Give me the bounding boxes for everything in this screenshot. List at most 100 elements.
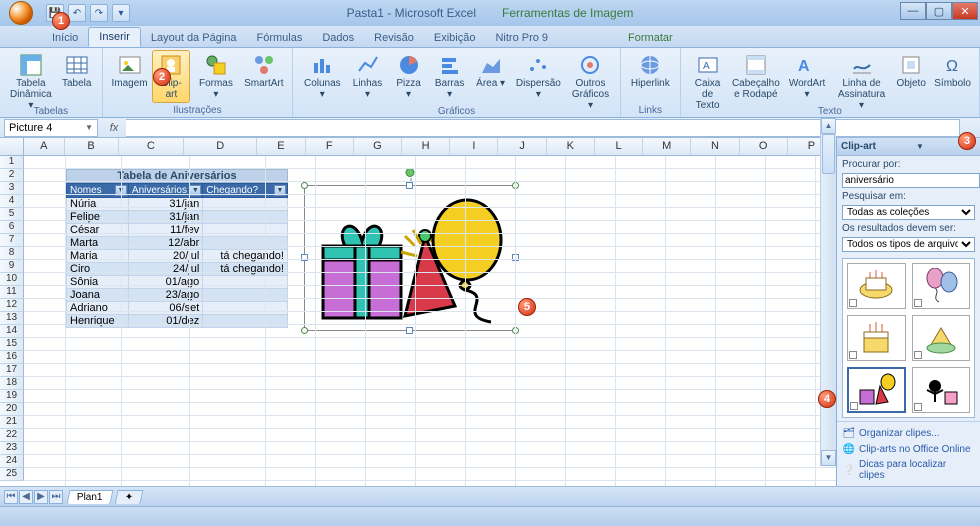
row-header[interactable]: 24 [0,455,24,468]
table-row[interactable]: Felipe31/jan [67,211,288,224]
row-header[interactable]: 2 [0,169,24,182]
sheet-nav-first[interactable]: ⏮ [4,490,18,504]
col-header[interactable]: A [24,138,65,155]
row-header[interactable]: 7 [0,234,24,247]
tab-fórmulas[interactable]: Fórmulas [247,29,313,47]
tab-exibição[interactable]: Exibição [424,29,486,47]
col-header[interactable]: J [498,138,546,155]
tab-dados[interactable]: Dados [312,29,364,47]
table-header[interactable]: Nomes▼ [67,184,129,198]
col-header[interactable]: F [306,138,354,155]
name-box[interactable]: Picture 4 ▼ [4,119,98,137]
row-header[interactable]: 15 [0,338,24,351]
row-header[interactable]: 8 [0,247,24,260]
result-thumb[interactable] [912,315,971,361]
col-header[interactable]: E [257,138,305,155]
link-tips[interactable]: ❔Dicas para localizar clipes [843,457,974,483]
ribbon-imagem[interactable]: Imagem [109,50,151,92]
cells-area[interactable]: Tabela de Aniversários Nomes▼Aniversário… [24,156,836,486]
result-thumb[interactable] [912,367,971,413]
resize-handle-sw[interactable] [301,327,308,334]
scroll-down-icon[interactable]: ▼ [821,450,836,466]
scroll-up-icon[interactable]: ▲ [821,118,836,134]
table-row[interactable]: Sônia01/ago [67,276,288,289]
col-header[interactable]: I [450,138,498,155]
row-header[interactable]: 25 [0,468,24,481]
chevron-down-icon[interactable]: ▼ [85,123,93,132]
result-thumb[interactable] [847,263,906,309]
worksheet-grid[interactable]: ABCDEFGHIJKLMNOP 12345678910111213141516… [0,138,836,486]
new-sheet-button[interactable]: ✦ [114,490,143,504]
row-header[interactable]: 18 [0,377,24,390]
row-header[interactable]: 12 [0,299,24,312]
row-header[interactable]: 21 [0,416,24,429]
link-office-online[interactable]: 🌐Clip-arts no Office Online [843,441,974,457]
col-header[interactable]: B [65,138,119,155]
sheet-nav-prev[interactable]: ◀ [19,490,33,504]
table-row[interactable]: Núria31/jan [67,198,288,211]
taskpane-dropdown-icon[interactable]: ▼ [916,142,924,151]
row-header[interactable]: 10 [0,273,24,286]
row-header[interactable]: 13 [0,312,24,325]
minimize-button[interactable]: — [900,2,926,20]
resize-handle-s[interactable] [406,327,413,334]
result-thumb-selected[interactable] [847,367,906,413]
row-header[interactable]: 22 [0,429,24,442]
col-header[interactable]: C [119,138,185,155]
row-header[interactable]: 9 [0,260,24,273]
col-header[interactable]: O [740,138,788,155]
ribbon-objeto[interactable]: Objeto [892,50,930,92]
ribbon-caixa-texto[interactable]: ACaixade Texto [687,50,729,114]
table-row[interactable]: César11/fev [67,224,288,237]
result-thumb[interactable] [847,315,906,361]
select-all-corner[interactable] [0,138,24,156]
office-button[interactable] [2,0,40,26]
sheet-nav-next[interactable]: ▶ [34,490,48,504]
col-header[interactable]: N [691,138,739,155]
vertical-scrollbar[interactable]: ▲ ▼ [820,118,836,466]
col-header[interactable]: M [643,138,691,155]
fx-icon[interactable]: fx [102,122,126,134]
scope-select[interactable]: Todas as coleções [842,205,975,220]
resize-handle-nw[interactable] [301,182,308,189]
tab-início[interactable]: Início [42,29,88,47]
ribbon-tabela[interactable]: Tabela [58,50,96,92]
tab-inserir[interactable]: Inserir [88,27,141,47]
tab-layout-da-página[interactable]: Layout da Página [141,29,247,47]
row-header[interactable]: 14 [0,325,24,338]
row-header[interactable]: 23 [0,442,24,455]
ribbon-linha-assinatura[interactable]: Linha deAssinatura ▾ [833,50,890,114]
ribbon-wordart[interactable]: AWordArt ▾ [783,50,831,103]
ribbon-tabela-dinamica[interactable]: TabelaDinâmica ▾ [6,50,56,114]
ribbon-pizza[interactable]: Pizza ▾ [390,50,428,103]
row-header[interactable]: 17 [0,364,24,377]
sheet-tab[interactable]: Plan1 [67,490,114,504]
col-header[interactable]: L [595,138,643,155]
rotate-handle[interactable] [406,168,415,177]
tab-context[interactable]: Formatar [618,29,683,47]
ribbon-smartart[interactable]: SmartArt [241,50,286,92]
row-header[interactable]: 1 [0,156,24,169]
qat-redo[interactable]: ↷ [90,4,108,22]
types-select[interactable]: Todos os tipos de arquivo de mí [842,237,975,252]
table-row[interactable]: Joana23/ago [67,289,288,302]
ribbon-formas[interactable]: Formas ▾ [192,50,239,103]
tab-revisão[interactable]: Revisão [364,29,424,47]
qat-undo[interactable]: ↶ [68,4,86,22]
row-header[interactable]: 16 [0,351,24,364]
scroll-thumb[interactable] [822,134,835,174]
table-row[interactable]: Henrique01/dez [67,315,288,328]
col-header[interactable]: G [354,138,402,155]
col-header[interactable]: K [547,138,595,155]
table-header[interactable]: Aniversários▼ [128,184,202,198]
maximize-button[interactable]: ▢ [926,2,952,20]
ribbon-colunas[interactable]: Colunas ▾ [299,50,345,103]
sheet-nav-last[interactable]: ⏭ [49,490,63,504]
result-thumb[interactable] [912,263,971,309]
ribbon-simbolo[interactable]: ΩSímbolo [932,50,973,92]
row-header[interactable]: 20 [0,403,24,416]
row-header[interactable]: 19 [0,390,24,403]
ribbon-outros-graficos[interactable]: OutrosGráficos ▾ [567,50,614,114]
row-header[interactable]: 5 [0,208,24,221]
close-button[interactable]: ✕ [952,2,978,20]
